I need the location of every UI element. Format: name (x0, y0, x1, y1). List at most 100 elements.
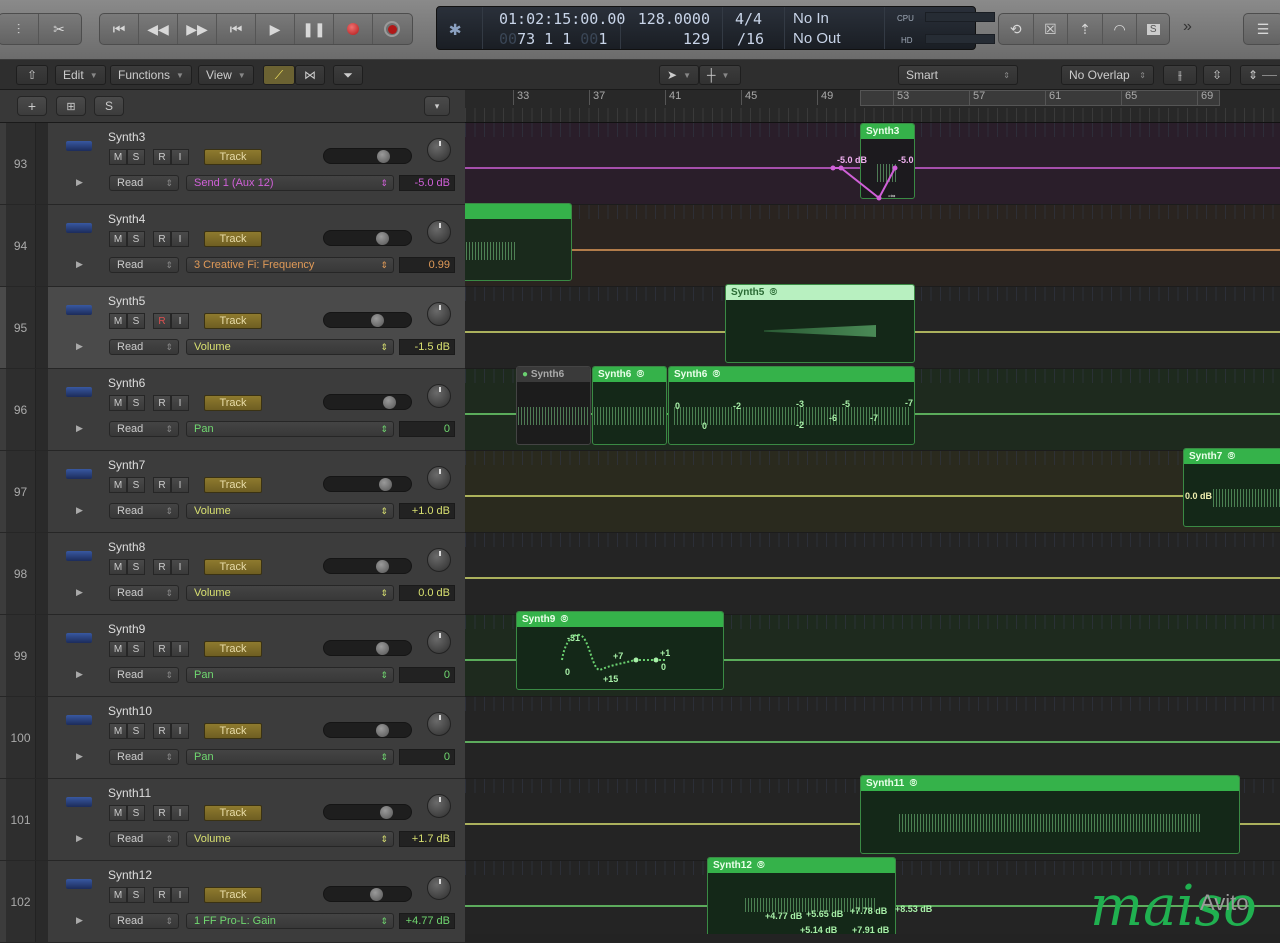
record-enable-button[interactable]: R (153, 395, 171, 411)
region-synth11[interactable]: Synth11 ⦾ (860, 775, 1240, 854)
mute-button[interactable]: M (109, 149, 127, 165)
automation-value-field[interactable]: -1.5 dB (399, 339, 455, 355)
volume-fader[interactable] (323, 722, 412, 738)
solo-button[interactable]: S (127, 559, 145, 575)
track-name[interactable]: Synth10 (108, 704, 152, 718)
track-lane[interactable] (465, 533, 1280, 615)
volume-fader[interactable] (323, 886, 412, 902)
fader-knob[interactable] (380, 806, 393, 819)
track-header[interactable]: 97 Synth7 M S R I Track ▶ Read ⇕ Volume ⇕ +1.0 dB (0, 451, 465, 533)
go-up-button[interactable]: ⇧ (16, 65, 48, 85)
bar-ruler[interactable]: 33 37 41 45 49 53 57 61 65 69 (465, 90, 1280, 123)
input-monitor-button[interactable]: I (171, 149, 189, 165)
automation-parameter-select[interactable]: Pan ⇕ (186, 749, 394, 765)
automation-parameter-select[interactable]: Volume ⇕ (186, 585, 394, 601)
automation-parameter-select[interactable]: Send 1 (Aux 12) ⇕ (186, 175, 394, 191)
fader-knob[interactable] (377, 150, 390, 163)
pointer-tool[interactable]: ➤ ▼ (659, 65, 699, 85)
solo-button[interactable]: S (127, 641, 145, 657)
mute-button[interactable]: M (109, 313, 127, 329)
waveform-zoom-button[interactable]: ⫲ (1163, 65, 1197, 85)
flex-toggle[interactable]: ⋈ (295, 65, 325, 85)
solo-button[interactable]: S (127, 395, 145, 411)
fader-knob[interactable] (379, 478, 392, 491)
automation-parameter-select[interactable]: Volume ⇕ (186, 831, 394, 847)
track-name[interactable]: Synth6 (108, 376, 145, 390)
automation-value-field[interactable]: 0 (399, 749, 455, 765)
track-name[interactable]: Synth9 (108, 622, 145, 636)
automation-toggle[interactable]: ⟋ (263, 65, 295, 85)
fader-knob[interactable] (371, 314, 384, 327)
disclosure-triangle-icon[interactable]: ▶ (76, 505, 83, 516)
rewind-button[interactable]: ◀◀ (139, 14, 178, 44)
track-name[interactable]: Synth5 (108, 294, 145, 308)
pan-knob[interactable] (427, 302, 451, 326)
input-monitor-button[interactable]: I (171, 313, 189, 329)
disclosure-triangle-icon[interactable]: ▶ (76, 915, 83, 926)
track-lane[interactable] (465, 697, 1280, 779)
record-enable-button[interactable]: R (153, 723, 171, 739)
automation-mode-select[interactable]: Read ⇕ (109, 503, 179, 519)
automation-mode-select[interactable]: Read ⇕ (109, 913, 179, 929)
lcd-tempo[interactable]: 128.0000 129 (621, 7, 723, 49)
pan-knob[interactable] (427, 220, 451, 244)
pause-button[interactable]: ❚❚ (295, 14, 334, 44)
pan-knob[interactable] (427, 876, 451, 900)
automation-mode-select[interactable]: Read ⇕ (109, 831, 179, 847)
track-name[interactable]: Synth12 (108, 868, 152, 882)
solo-button[interactable]: S (127, 477, 145, 493)
pan-knob[interactable] (427, 712, 451, 736)
track-name[interactable]: Synth11 (108, 786, 151, 800)
automation-parameter-select[interactable]: Volume ⇕ (186, 503, 394, 519)
lcd-io[interactable]: No In No Out (785, 7, 885, 49)
count-in-button[interactable]: ⇡ (1068, 14, 1103, 44)
track-header[interactable]: 102 Synth12 M S R I Track ▶ Read ⇕ 1 FF Pro-L: Gai… (0, 861, 465, 943)
track-header[interactable]: 93 Synth3 M S R I Track ▶ Read ⇕ Send 1 (Aux 12) ⇕ -… (0, 123, 465, 205)
record-enable-button[interactable]: R (153, 641, 171, 657)
catch-toggle[interactable]: ⏷ (333, 65, 363, 85)
fader-knob[interactable] (370, 888, 383, 901)
track-name[interactable]: Synth7 (108, 458, 145, 472)
track-header[interactable]: 96 Synth6 M S R I Track ▶ Read ⇕ Pan ⇕ 0 (0, 369, 465, 451)
automation-point[interactable] (892, 165, 898, 171)
track-lane[interactable] (465, 205, 1280, 287)
track-automation-button[interactable]: Track (204, 887, 262, 903)
volume-fader[interactable] (323, 148, 412, 164)
pan-knob[interactable] (427, 794, 451, 818)
track-automation-button[interactable]: Track (204, 477, 262, 493)
automation-value-field[interactable]: 0 (399, 667, 455, 683)
disclosure-triangle-icon[interactable]: ▶ (76, 587, 83, 598)
pan-knob[interactable] (427, 466, 451, 490)
input-monitor-button[interactable]: I (171, 805, 189, 821)
drag-select[interactable]: No Overlap ⇕ (1061, 65, 1154, 85)
zoom-slider[interactable]: ⇕ (1240, 65, 1280, 85)
lcd-position[interactable]: 01:02:15:00.00 0073 1 1 001 (483, 7, 625, 49)
disclosure-triangle-icon[interactable]: ▶ (76, 177, 83, 188)
fast-forward-button[interactable]: ▶▶ (178, 14, 217, 44)
track-automation-button[interactable]: Track (204, 149, 262, 165)
pan-knob[interactable] (427, 384, 451, 408)
region-synth5[interactable]: Synth5 ⦾ (725, 284, 915, 363)
fader-knob[interactable] (376, 724, 389, 737)
volume-fader[interactable] (323, 804, 412, 820)
mute-button[interactable]: M (109, 231, 127, 247)
play-button[interactable]: ▶ (256, 14, 295, 44)
automation-point[interactable] (633, 657, 639, 663)
track-automation-button[interactable]: Track (204, 723, 262, 739)
track-name[interactable]: Synth3 (108, 130, 145, 144)
metronome-button[interactable]: ◠ (1103, 14, 1138, 44)
automation-point[interactable] (653, 657, 659, 663)
volume-fader[interactable] (323, 476, 412, 492)
snap-select[interactable]: Smart ⇕ (898, 65, 1018, 85)
track-automation-button[interactable]: Track (204, 641, 262, 657)
input-monitor-button[interactable]: I (171, 887, 189, 903)
marquee-tool[interactable]: ┼ ▼ (699, 65, 741, 85)
mute-button[interactable]: M (109, 395, 127, 411)
region-synth12[interactable]: Synth12 ⦾ (707, 857, 896, 934)
edit-menu[interactable]: Edit ▼ (55, 65, 106, 85)
record-enable-button[interactable]: R (153, 231, 171, 247)
record-enable-button[interactable]: R (153, 477, 171, 493)
track-header-menu[interactable]: ▾ (424, 96, 450, 116)
region-synth6-c[interactable]: Synth6 ⦾ (668, 366, 915, 445)
track-name[interactable]: Synth4 (108, 212, 145, 226)
